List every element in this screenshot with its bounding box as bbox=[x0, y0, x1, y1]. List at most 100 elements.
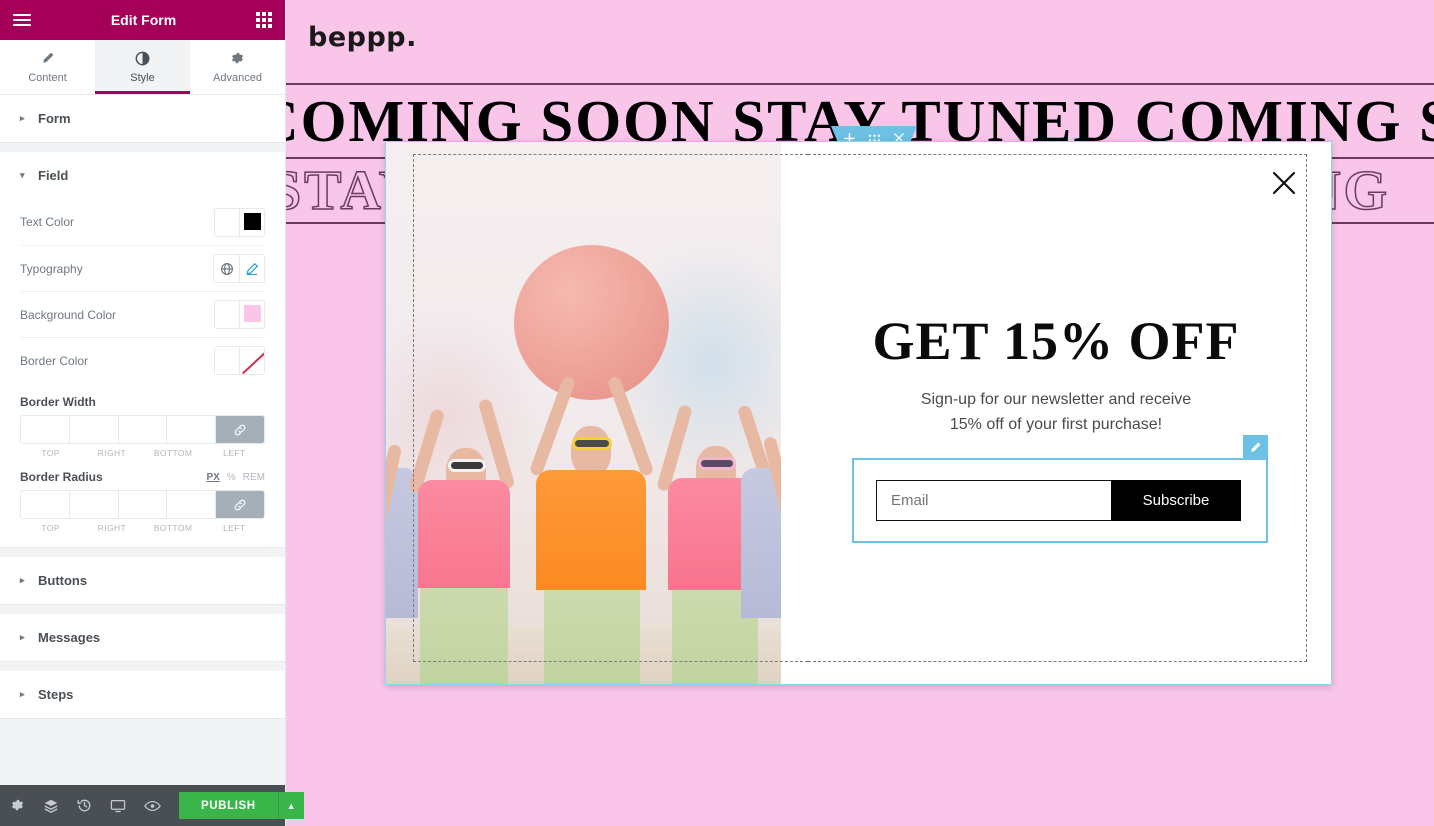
popup-subtext-line2: 15% off of your first purchase! bbox=[949, 416, 1163, 433]
contrast-circle-icon bbox=[135, 51, 150, 66]
subscribe-form-widget[interactable]: Subscribe bbox=[852, 435, 1268, 543]
border-radius-bottom[interactable] bbox=[118, 491, 168, 518]
widgets-grid-icon[interactable] bbox=[256, 12, 272, 28]
popup-close-icon[interactable] bbox=[1269, 168, 1299, 198]
chevron-right-icon: ▸ bbox=[20, 632, 25, 642]
editor-panel: Edit Form Content Style Advanced ▸ Form … bbox=[0, 0, 304, 826]
border-radius-inputs bbox=[20, 490, 265, 519]
panel-tabs: Content Style Advanced bbox=[0, 40, 285, 95]
popup-subtext: Sign-up for our newsletter and receive 1… bbox=[781, 387, 1331, 437]
section-gap bbox=[0, 605, 285, 614]
sub-label-bottom: BOTTOM bbox=[153, 448, 193, 458]
gear-icon bbox=[230, 51, 245, 66]
border-width-top[interactable] bbox=[21, 416, 70, 443]
sub-label-right: RIGHT bbox=[97, 523, 127, 533]
tab-content-label: Content bbox=[28, 71, 67, 84]
panel-footer-toolbar: PUBLISH ▲ bbox=[0, 785, 304, 826]
border-width-inputs bbox=[20, 415, 265, 444]
section-field-label: Field bbox=[38, 168, 69, 183]
section-messages[interactable]: ▸ Messages bbox=[0, 614, 285, 662]
sub-label-right: RIGHT bbox=[97, 448, 127, 458]
popup-hero-image bbox=[386, 142, 781, 684]
border-width-link-icon[interactable] bbox=[216, 416, 264, 443]
background-color-swatch[interactable] bbox=[214, 300, 265, 329]
control-background-color: Background Color bbox=[20, 291, 265, 337]
border-radius-right[interactable] bbox=[69, 491, 119, 518]
border-width-bottom[interactable] bbox=[118, 416, 168, 443]
border-radius-label: Border Radius bbox=[20, 470, 103, 484]
subscribe-button[interactable]: Subscribe bbox=[1111, 480, 1241, 521]
control-border-color: Border Color bbox=[20, 337, 265, 383]
text-color-swatch[interactable] bbox=[214, 207, 265, 237]
editor-root: beppp. COMING SOON STAY TUNED COMING SOO… bbox=[0, 0, 1434, 826]
border-radius-units: PX % REM bbox=[207, 472, 265, 483]
tab-content[interactable]: Content bbox=[0, 40, 95, 94]
section-field-header[interactable]: ▾ Field bbox=[0, 152, 285, 199]
preview-canvas: beppp. COMING SOON STAY TUNED COMING SOO… bbox=[286, 0, 1434, 826]
border-width-left[interactable] bbox=[167, 416, 216, 443]
section-gap bbox=[0, 719, 285, 728]
text-color-label: Text Color bbox=[20, 215, 75, 229]
globe-icon[interactable] bbox=[214, 255, 239, 282]
popup-image-column bbox=[386, 142, 781, 684]
typography-edit-pencil-icon[interactable] bbox=[239, 255, 264, 282]
history-icon[interactable] bbox=[77, 798, 92, 813]
sub-label-left: LEFT bbox=[223, 448, 246, 458]
border-radius-top[interactable] bbox=[21, 491, 70, 518]
sub-label-bottom: BOTTOM bbox=[153, 523, 193, 533]
section-buttons-label: Buttons bbox=[38, 573, 88, 588]
control-typography: Typography bbox=[20, 245, 265, 291]
control-border-radius: Border Radius PX % REM TOP RIGHT BOTTOM … bbox=[20, 458, 265, 533]
panel-header: Edit Form bbox=[0, 0, 285, 40]
background-color-label: Background Color bbox=[20, 307, 117, 322]
popup-subtext-line1: Sign-up for our newsletter and receive bbox=[920, 391, 1192, 408]
unit-rem[interactable]: REM bbox=[243, 472, 265, 483]
tab-advanced[interactable]: Advanced bbox=[190, 40, 285, 94]
section-steps-label: Steps bbox=[38, 687, 74, 702]
section-buttons[interactable]: ▸ Buttons bbox=[0, 557, 285, 605]
publish-group: PUBLISH ▲ bbox=[179, 792, 304, 819]
divider-rule-top bbox=[286, 83, 1434, 85]
section-form[interactable]: ▸ Form bbox=[0, 95, 285, 143]
section-buttons-header[interactable]: ▸ Buttons bbox=[0, 557, 285, 604]
border-width-sub-labels: TOP RIGHT BOTTOM LEFT bbox=[20, 444, 265, 458]
navigator-layers-icon[interactable] bbox=[43, 798, 59, 814]
chevron-right-icon: ▸ bbox=[20, 113, 25, 123]
tab-style[interactable]: Style bbox=[95, 40, 190, 94]
person-center bbox=[524, 354, 656, 684]
border-radius-sub-labels: TOP RIGHT BOTTOM LEFT bbox=[20, 519, 265, 533]
border-radius-left[interactable] bbox=[167, 491, 216, 518]
person-left bbox=[404, 384, 522, 684]
email-input[interactable] bbox=[876, 480, 1111, 521]
border-width-label: Border Width bbox=[20, 395, 96, 409]
sub-label-top: TOP bbox=[41, 523, 60, 533]
site-logo: beppp. bbox=[308, 22, 417, 53]
widget-edit-pencil-icon[interactable] bbox=[1243, 435, 1268, 460]
chevron-right-icon: ▸ bbox=[20, 575, 25, 585]
publish-button[interactable]: PUBLISH bbox=[179, 792, 278, 819]
control-border-width: Border Width TOP RIGHT BOTTOM LEFT bbox=[20, 383, 265, 458]
unit-percent[interactable]: % bbox=[227, 472, 236, 483]
hamburger-icon[interactable] bbox=[13, 14, 31, 26]
section-steps-header[interactable]: ▸ Steps bbox=[0, 671, 285, 718]
section-messages-header[interactable]: ▸ Messages bbox=[0, 614, 285, 661]
border-radius-link-icon[interactable] bbox=[216, 491, 264, 518]
section-steps[interactable]: ▸ Steps bbox=[0, 671, 285, 719]
popup-wrapper: GET 15% OFF Sign-up for our newsletter a… bbox=[385, 141, 1332, 685]
border-width-right[interactable] bbox=[69, 416, 119, 443]
section-field: ▾ Field Text Color Typography Background… bbox=[0, 152, 285, 548]
unit-px[interactable]: PX bbox=[207, 472, 220, 483]
pencil-icon bbox=[41, 51, 55, 66]
section-form-header[interactable]: ▸ Form bbox=[0, 95, 285, 142]
section-form-label: Form bbox=[38, 111, 71, 126]
preview-eye-icon[interactable] bbox=[144, 799, 161, 813]
chevron-down-icon: ▾ bbox=[20, 170, 25, 180]
panel-title: Edit Form bbox=[110, 12, 177, 28]
section-gap bbox=[0, 662, 285, 671]
tab-advanced-label: Advanced bbox=[213, 71, 262, 84]
person-partial-right bbox=[741, 424, 781, 684]
settings-gear-icon[interactable] bbox=[10, 798, 25, 813]
responsive-mode-icon[interactable] bbox=[110, 798, 126, 814]
border-color-swatch[interactable] bbox=[214, 346, 265, 375]
publish-options-chevron-icon[interactable]: ▲ bbox=[277, 792, 304, 819]
